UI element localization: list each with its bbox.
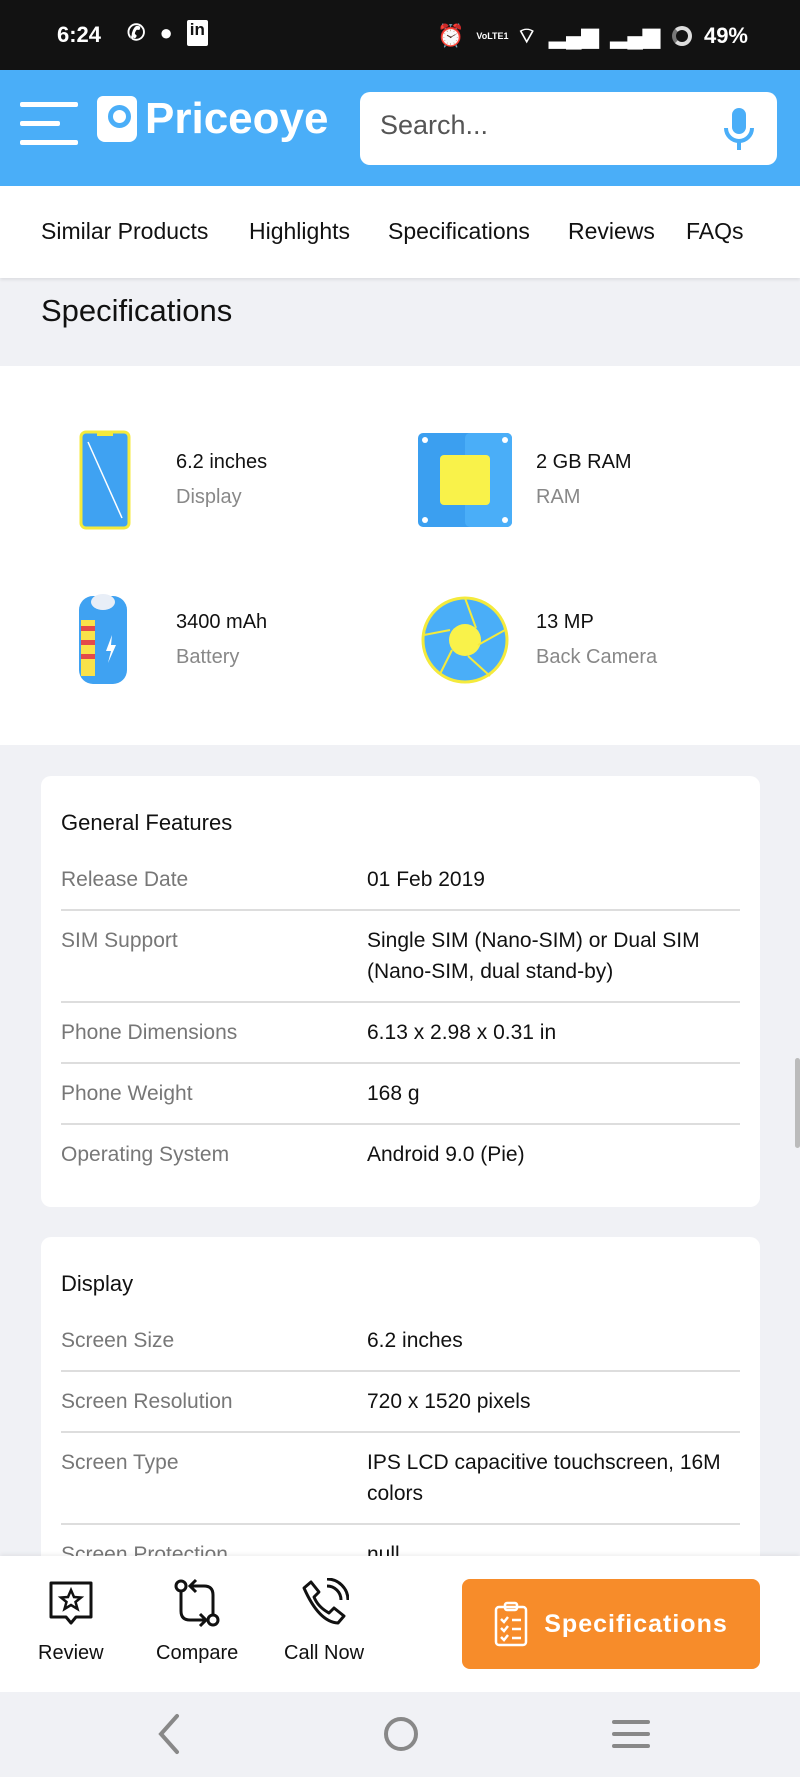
- spec-value: 6.13 x 2.98 x 0.31 in: [367, 1021, 557, 1044]
- status-time: 6:24: [57, 22, 102, 47]
- spec-value: 6.2 inches: [367, 1329, 463, 1352]
- logo-bag-icon: [97, 96, 137, 142]
- phone-display-icon: [79, 430, 131, 530]
- spec-value: Single SIM (Nano-SIM) or Dual SIM (Nano-…: [367, 929, 700, 983]
- bottom-action-bar: Review Compare Call Now Specifications: [0, 1556, 800, 1692]
- priceoye-logo[interactable]: Priceoye: [97, 94, 328, 144]
- section-tabs: Similar Products Highlights Specificatio…: [0, 186, 800, 278]
- menu-icon[interactable]: [20, 102, 78, 146]
- spec-label: Screen Type: [61, 1451, 179, 1474]
- review-star-icon: [49, 1581, 93, 1625]
- highlight-ram: 2 GB RAM RAM: [410, 430, 632, 530]
- app-header: Priceoye: [0, 70, 800, 186]
- chat-icon: ●: [159, 20, 173, 45]
- spec-value: 720 x 1520 pixels: [367, 1390, 531, 1413]
- tab-specifications[interactable]: Specifications: [388, 218, 530, 245]
- spec-row: Release Date 01 Feb 2019: [61, 850, 740, 911]
- linkedin-icon: in: [186, 20, 208, 46]
- spec-card-general: General Features Release Date 01 Feb 2019…: [41, 776, 760, 1207]
- spec-highlights: 6.2 inches Display 2 GB RAM RAM 3400 mAh Ba…: [0, 366, 800, 745]
- specifications-button[interactable]: Specifications: [462, 1579, 760, 1669]
- spec-label: Screen Size: [61, 1329, 175, 1352]
- recents-icon[interactable]: [612, 1718, 650, 1750]
- tab-reviews[interactable]: Reviews: [568, 218, 655, 245]
- search-input[interactable]: [380, 110, 700, 141]
- tab-similar-products[interactable]: Similar Products: [41, 218, 208, 245]
- spec-row: Screen Size 6.2 inches: [61, 1311, 740, 1372]
- card-title: Display: [61, 1271, 134, 1296]
- spec-label: Phone Weight: [61, 1082, 193, 1105]
- whatsapp-icon: ✆: [127, 20, 146, 45]
- volte-icon: VoLTE1: [476, 31, 509, 41]
- camera-aperture-icon: [421, 596, 509, 684]
- wifi-icon: ⌔: [516, 23, 538, 48]
- scrollbar[interactable]: [795, 1058, 800, 1148]
- battery-percent: 49%: [703, 23, 748, 48]
- highlight-display: 6.2 inches Display: [50, 430, 267, 530]
- card-title: General Features: [61, 810, 233, 835]
- chip-icon: [418, 433, 512, 527]
- status-bar: 6:24 ✆ ● in ⏰ VoLTE1 ⌔ ▂▄▆ ▂▄▆ 49%: [0, 0, 800, 70]
- spec-row: Screen Type IPS LCD capacitive touchscree…: [61, 1433, 740, 1525]
- highlight-battery: 3400 mAh Battery: [50, 590, 267, 690]
- tab-faqs[interactable]: FAQs: [686, 218, 744, 245]
- page-title: Specifications: [41, 293, 233, 328]
- spec-label: Release Date: [61, 868, 189, 891]
- battery-icon: [79, 594, 127, 684]
- spec-row: Operating System Android 9.0 (Pie): [61, 1125, 740, 1184]
- spec-row: Screen Resolution 720 x 1520 pixels: [61, 1372, 740, 1433]
- spec-value: IPS LCD capacitive touchscreen, 16M colo…: [367, 1451, 721, 1505]
- tab-highlights[interactable]: Highlights: [249, 218, 350, 245]
- spec-row: Phone Dimensions 6.13 x 2.98 x 0.31 in: [61, 1003, 740, 1064]
- clipboard-checklist-icon: [495, 1601, 528, 1647]
- search-box: [360, 92, 777, 165]
- spec-label: Screen Resolution: [61, 1390, 233, 1413]
- system-nav-bar: [0, 1692, 800, 1777]
- highlight-camera: 13 MP Back Camera: [410, 590, 657, 690]
- alarm-icon: ⏰: [436, 23, 465, 48]
- spec-label: SIM Support: [61, 929, 178, 952]
- spec-value: 01 Feb 2019: [367, 868, 485, 891]
- compare-icon: [174, 1578, 220, 1628]
- signal-icon: ▂▄▆: [610, 23, 660, 48]
- home-icon[interactable]: [384, 1717, 418, 1751]
- signal-icon: ▂▄▆: [549, 23, 599, 48]
- microphone-icon[interactable]: [721, 106, 757, 152]
- spec-label: Phone Dimensions: [61, 1021, 238, 1044]
- spec-row: Phone Weight 168 g: [61, 1064, 740, 1125]
- spec-row: SIM Support Single SIM (Nano-SIM) or Dual…: [61, 911, 740, 1003]
- call-now-button[interactable]: Call Now: [284, 1578, 364, 1665]
- review-button[interactable]: Review: [38, 1578, 104, 1665]
- back-icon[interactable]: [155, 1712, 185, 1756]
- spec-value: 168 g: [367, 1082, 420, 1105]
- battery-ring-icon: [671, 26, 692, 46]
- compare-button[interactable]: Compare: [156, 1578, 238, 1665]
- spec-label: Operating System: [61, 1143, 230, 1166]
- phone-call-icon: [302, 1578, 350, 1625]
- spec-value: Android 9.0 (Pie): [367, 1143, 525, 1166]
